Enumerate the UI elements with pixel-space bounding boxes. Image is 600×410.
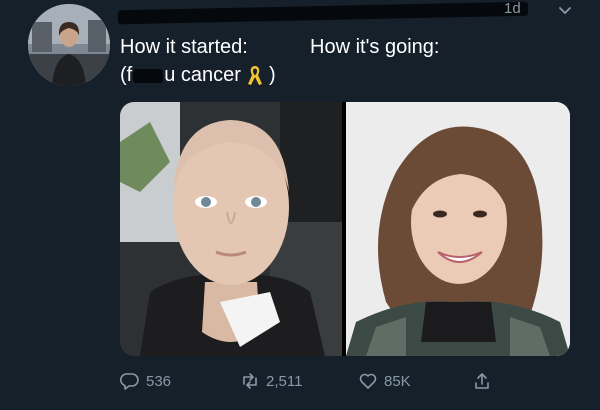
text-how-it-started: How it started: xyxy=(120,36,248,58)
before-photo[interactable] xyxy=(120,102,342,356)
share-button[interactable] xyxy=(472,367,492,395)
retweet-icon xyxy=(243,373,257,389)
like-count: 85K xyxy=(384,372,411,390)
reply-count: 536 xyxy=(146,372,172,390)
text-how-its-going: How it's going: xyxy=(310,36,440,58)
like-button[interactable]: 85K xyxy=(358,367,411,395)
avatar[interactable] xyxy=(28,4,110,86)
tweet-header xyxy=(118,1,538,26)
gold-ribbon-icon xyxy=(247,66,262,85)
tweet-media[interactable] xyxy=(120,102,570,356)
redaction-blot xyxy=(133,69,164,83)
after-photo-image xyxy=(346,102,570,356)
retweet-button[interactable]: 2,511 xyxy=(240,367,302,395)
retweet-count: 2,511 xyxy=(266,372,303,390)
text-line2-start: (f xyxy=(120,64,133,86)
redacted-username xyxy=(118,1,528,25)
before-photo-image xyxy=(120,102,342,356)
reply-button[interactable]: 536 xyxy=(120,367,171,395)
tweet-actions: 536 2,511 85K xyxy=(120,367,520,395)
tweet-text: How it started: How it's going: (f u can… xyxy=(120,33,520,89)
reply-icon xyxy=(120,373,139,390)
heart-icon xyxy=(359,373,377,389)
avatar-image xyxy=(28,4,110,86)
after-photo[interactable] xyxy=(346,102,570,356)
chevron-down-icon[interactable] xyxy=(556,2,574,20)
text-line2-end: u cancer xyxy=(164,64,241,86)
text-line2-close: ) xyxy=(268,64,276,86)
timestamp[interactable]: 1d xyxy=(504,0,521,17)
share-icon xyxy=(475,373,489,389)
